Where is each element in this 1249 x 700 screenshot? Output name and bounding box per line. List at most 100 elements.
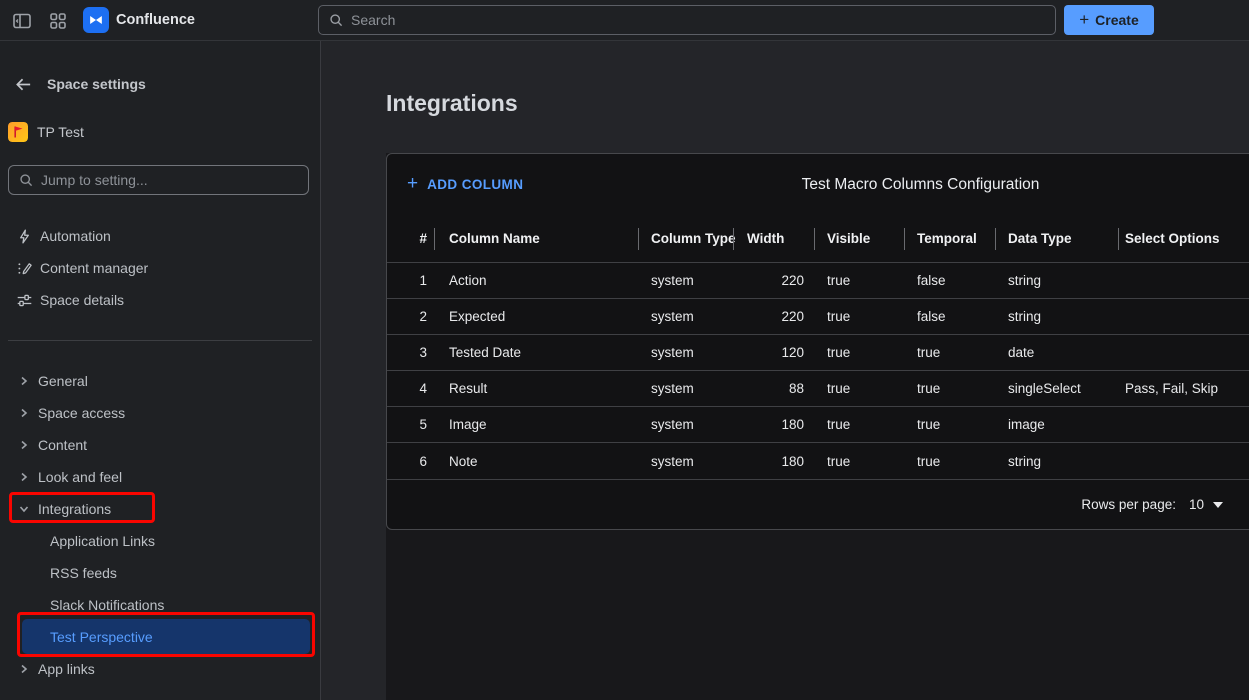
sidebar-item-space-details[interactable]: Space details (0, 284, 320, 316)
sidebar-item-app-links[interactable]: App links (0, 653, 320, 685)
table-cell (1119, 407, 1249, 442)
space-header[interactable]: TP Test (8, 116, 320, 148)
jump-to-setting-field[interactable] (8, 165, 309, 195)
test-perspective-macro-area: + ADD COLUMN Test Macro Columns Configur… (386, 153, 1249, 700)
app-switcher-icon[interactable] (48, 11, 68, 31)
table-cell: Expected (435, 299, 639, 334)
content-manager-icon (14, 258, 34, 278)
space-avatar (8, 122, 28, 142)
table-row[interactable]: 6Notesystem180truetruestring (387, 443, 1249, 479)
sidebar-item-integrations[interactable]: Integrations (0, 493, 320, 525)
create-button[interactable]: + Create (1064, 5, 1154, 35)
table-row[interactable]: 5Imagesystem180truetrueimage (387, 407, 1249, 443)
table-cell (1119, 335, 1249, 370)
table-cell: 3 (387, 335, 435, 370)
sidebar-item-content[interactable]: Content (0, 429, 320, 461)
bolt-icon (14, 226, 34, 246)
top-navigation-bar: Confluence + Create (0, 0, 1249, 41)
column-header-temporal[interactable]: Temporal (905, 215, 996, 262)
search-input[interactable] (351, 12, 1046, 28)
table-cell: 180 (734, 407, 815, 442)
app-name: Confluence (116, 12, 195, 28)
table-body: 1Actionsystem220truefalsestring2Expected… (387, 263, 1249, 479)
table-row[interactable]: 2Expectedsystem220truefalsestring (387, 299, 1249, 335)
table-cell: true (905, 443, 996, 479)
plus-icon: + (1079, 11, 1089, 28)
table-cell: false (905, 299, 996, 334)
table-row[interactable]: 3Tested Datesystem120truetruedate (387, 335, 1249, 371)
jump-to-setting-input[interactable] (41, 172, 299, 188)
table-cell: Note (435, 443, 639, 479)
table-cell: Action (435, 263, 639, 298)
search-icon (328, 12, 344, 28)
columns-config-table: + ADD COLUMN Test Macro Columns Configur… (386, 153, 1249, 530)
table-row[interactable]: 4Resultsystem88truetruesingleSelectPass,… (387, 371, 1249, 407)
table-cell: string (996, 299, 1119, 334)
table-row[interactable]: 1Actionsystem220truefalsestring (387, 263, 1249, 299)
sidebar-item-rss-feeds[interactable]: RSS feeds (0, 557, 320, 589)
global-search[interactable] (318, 5, 1056, 35)
search-icon (18, 172, 34, 188)
table-cell: system (639, 335, 734, 370)
table-cell: true (905, 407, 996, 442)
table-cell: 88 (734, 371, 815, 406)
sidebar-item-slack-notifications[interactable]: Slack Notifications (0, 589, 320, 621)
table-cell: 2 (387, 299, 435, 334)
table-cell: system (639, 263, 734, 298)
table-cell: true (815, 335, 905, 370)
table-cell: system (639, 407, 734, 442)
column-header-column-type[interactable]: Column Type (639, 215, 734, 262)
table-cell: 120 (734, 335, 815, 370)
table-cell: Image (435, 407, 639, 442)
table-toolbar: + ADD COLUMN Test Macro Columns Configur… (387, 154, 1249, 215)
add-column-button[interactable]: + ADD COLUMN (407, 154, 523, 215)
sidebar-collapse-icon[interactable] (12, 11, 32, 31)
table-cell: singleSelect (996, 371, 1119, 406)
table-cell: true (815, 443, 905, 479)
table-cell: string (996, 443, 1119, 479)
table-cell: 6 (387, 443, 435, 479)
arrow-left-icon (14, 75, 33, 94)
chevron-right-icon (18, 663, 30, 675)
space-settings-title: Space settings (47, 76, 146, 92)
table-cell: true (815, 299, 905, 334)
sidebar-divider (8, 340, 312, 341)
sliders-icon (14, 290, 34, 310)
column-header--[interactable]: # (387, 215, 435, 262)
table-cell: Result (435, 371, 639, 406)
back-to-space-button[interactable]: Space settings (14, 68, 320, 100)
column-header-width[interactable]: Width (734, 215, 815, 262)
sidebar-item-automation[interactable]: Automation (0, 220, 320, 252)
table-cell: true (815, 371, 905, 406)
main-content: Integrations + ADD COLUMN Test Macro Col… (321, 41, 1249, 700)
plus-icon: + (407, 173, 418, 195)
sidebar-item-general[interactable]: General (0, 365, 320, 397)
table-pagination: Rows per page: 10 (387, 479, 1249, 529)
table-cell: true (905, 371, 996, 406)
sidebar-item-look-and-feel[interactable]: Look and feel (0, 461, 320, 493)
table-header-row: #Column NameColumn TypeWidthVisibleTempo… (387, 215, 1249, 263)
space-name: TP Test (37, 124, 84, 140)
confluence-logo-icon[interactable] (83, 7, 109, 33)
chevron-right-icon (18, 375, 30, 387)
rows-per-page-select[interactable]: 10 (1189, 497, 1223, 512)
table-cell: 1 (387, 263, 435, 298)
sidebar-item-content-manager[interactable]: Content manager (0, 252, 320, 284)
column-header-select-options[interactable]: Select Options (1119, 215, 1249, 262)
sidebar-item-application-links[interactable]: Application Links (0, 525, 320, 557)
page-title: Integrations (386, 90, 518, 117)
chevron-down-icon (18, 503, 30, 515)
confluence-space-settings-page: Confluence + Create Space settings (0, 0, 1249, 700)
table-cell: 5 (387, 407, 435, 442)
table-cell: system (639, 299, 734, 334)
caret-down-icon (1213, 502, 1223, 508)
sidebar-item-test-perspective[interactable]: Test Perspective (0, 621, 320, 653)
table-cell: true (815, 407, 905, 442)
column-header-visible[interactable]: Visible (815, 215, 905, 262)
column-header-data-type[interactable]: Data Type (996, 215, 1119, 262)
column-header-column-name[interactable]: Column Name (435, 215, 639, 262)
table-cell: string (996, 263, 1119, 298)
sidebar-tools: Automation Content manager (0, 220, 320, 316)
sidebar-item-space-access[interactable]: Space access (0, 397, 320, 429)
chevron-right-icon (18, 471, 30, 483)
